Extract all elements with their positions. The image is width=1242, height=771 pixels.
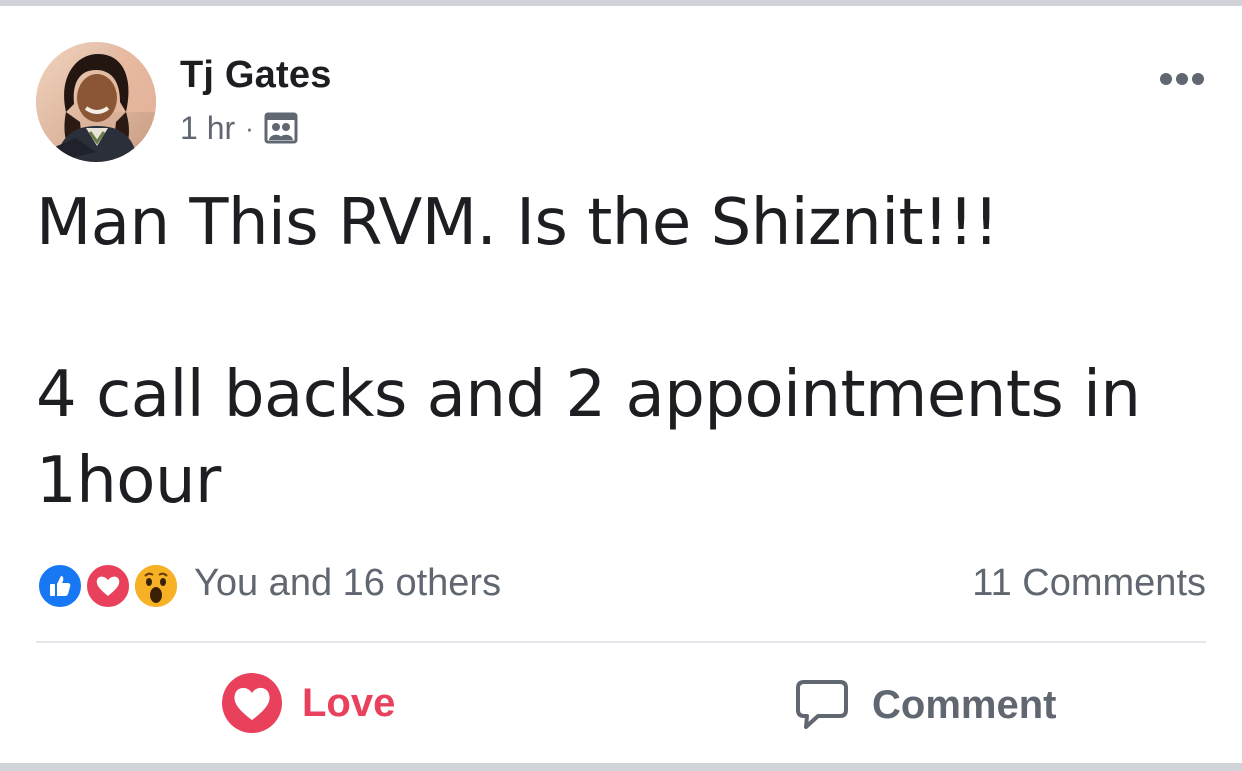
dot-icon	[1160, 73, 1172, 85]
post-meta: 1 hr ·	[180, 108, 298, 148]
top-separator-bar	[0, 0, 1242, 6]
love-label: Love	[302, 680, 396, 725]
post-text-line: 4 call backs and 2 appointments in 1hour	[36, 358, 1141, 518]
more-options-button[interactable]	[1152, 64, 1212, 94]
comments-count[interactable]: 11 Comments	[972, 562, 1206, 605]
comment-label: Comment	[872, 682, 1057, 727]
dot-icon	[1176, 73, 1188, 85]
wow-icon	[132, 562, 180, 610]
reactions-summary[interactable]: You and 16 others	[194, 562, 501, 605]
comment-bubble-icon	[796, 680, 848, 729]
meta-separator: ·	[245, 112, 254, 143]
like-icon	[36, 562, 84, 610]
reaction-icons[interactable]	[36, 562, 186, 610]
profile-photo-icon	[36, 42, 156, 162]
avatar[interactable]	[36, 42, 156, 162]
comment-button[interactable]: Comment	[794, 676, 1056, 734]
post-time[interactable]: 1 hr	[180, 110, 235, 147]
divider	[36, 641, 1206, 643]
love-reaction-icon	[222, 673, 282, 733]
love-button[interactable]: Love	[222, 672, 395, 734]
post-text-line: Man This RVM. Is the Shiznit!!!	[36, 186, 999, 260]
reactions-row: You and 16 others 11 Comments	[36, 558, 1206, 612]
love-icon	[84, 562, 132, 610]
post-card: Tj Gates 1 hr · Man This RVM. Is the Shi…	[0, 0, 1242, 771]
post-text: Man This RVM. Is the Shiznit!!! 4 call b…	[36, 180, 1206, 524]
friends-audience-icon[interactable]	[264, 111, 298, 145]
dot-icon	[1192, 73, 1204, 85]
bottom-separator-bar	[0, 763, 1242, 771]
author-name[interactable]: Tj Gates	[180, 54, 332, 97]
